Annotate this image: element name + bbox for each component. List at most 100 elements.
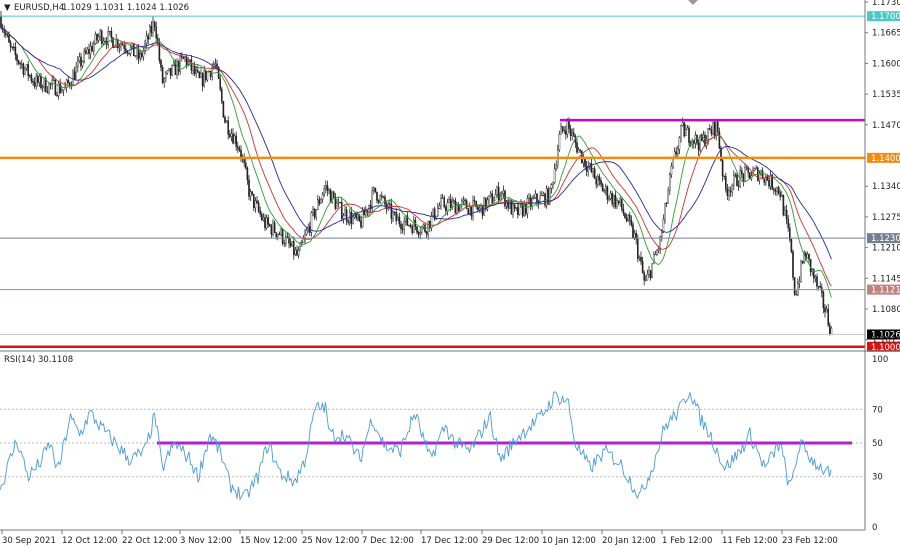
candle-body (347, 220, 350, 223)
candle-body (673, 151, 676, 158)
candle-body (251, 191, 254, 195)
candle-body (381, 195, 383, 198)
candle-body (477, 206, 479, 210)
candle-body (182, 57, 185, 59)
candle-body (398, 216, 401, 225)
candle-body (792, 251, 794, 278)
candle-body (601, 184, 604, 192)
candle-body (0, 15, 2, 28)
candle-body (214, 63, 217, 65)
candle-body (244, 162, 247, 169)
candle-body (643, 272, 645, 281)
candle-body (443, 197, 446, 208)
candle-body (630, 220, 633, 225)
candle-body (688, 127, 690, 143)
candle-body (27, 64, 30, 77)
price-tick-label: 1.1535 (872, 90, 900, 100)
candle-body (305, 230, 308, 235)
candle-body (155, 26, 158, 39)
candle-body (301, 242, 303, 244)
chart-window[interactable]: 1.1700 1.1400 1.1230 1.1121 1.1026 1.1000 1.17… (0, 0, 900, 547)
candle-body (736, 174, 738, 187)
candle-body (675, 151, 677, 155)
rsi-line (0, 391, 832, 501)
candle-body (228, 134, 231, 137)
candle-body (651, 263, 653, 278)
candle-body (569, 128, 572, 136)
candle-body (697, 142, 700, 151)
candle-body (709, 128, 711, 131)
candle-body (168, 67, 170, 71)
candle-body (291, 241, 294, 247)
candle-body (438, 205, 441, 209)
candle-body (678, 137, 681, 150)
candle-body (606, 186, 609, 200)
candle-body (509, 200, 511, 209)
candle-body (710, 129, 713, 134)
candle-body (592, 168, 594, 172)
candle-body (755, 167, 757, 169)
price-tick-label: 1.1275 (872, 213, 900, 223)
candle-body (713, 122, 716, 136)
candle-body (753, 168, 756, 171)
candle-body (84, 50, 87, 54)
candle-body (270, 225, 273, 235)
candle-body (289, 242, 292, 247)
candle-body (62, 88, 65, 91)
candle-body (344, 209, 346, 217)
candle-body (552, 182, 554, 185)
candle-body (717, 120, 719, 133)
candle-body (565, 130, 567, 135)
candle-body (240, 150, 242, 158)
candle-body (341, 202, 343, 219)
candle-body (529, 197, 532, 207)
candle-body (800, 261, 802, 282)
candle-body (603, 190, 605, 192)
candle-body (342, 215, 345, 219)
candle-body (115, 39, 117, 48)
candle-body (334, 197, 337, 209)
candle-body (493, 200, 495, 204)
candle-body (110, 30, 113, 38)
candle-body (166, 70, 169, 74)
candle-body (401, 228, 404, 230)
candle-body (277, 233, 279, 237)
candle-body (785, 210, 788, 220)
candle-body (38, 75, 41, 83)
candle-body (164, 72, 167, 79)
candle-body (683, 122, 685, 137)
candle-body (576, 142, 578, 153)
candle-body (667, 190, 669, 204)
candle-body (176, 61, 178, 76)
candle-body (707, 128, 709, 141)
candle-body (536, 193, 538, 203)
candle-body (686, 127, 689, 130)
candle-body (662, 218, 665, 233)
chart-canvas[interactable]: 1.17001.14001.12301.11211.10261.10001.17… (0, 0, 900, 547)
candle-body (61, 90, 63, 93)
candle-body (286, 236, 289, 238)
candle-body (448, 199, 450, 203)
candle-body (171, 65, 174, 76)
candle-body (470, 205, 473, 217)
candle-body (797, 283, 799, 296)
candle-body (89, 45, 92, 54)
candle-body (608, 198, 610, 200)
candle-body (59, 83, 61, 93)
candle-body (124, 48, 127, 52)
candle-body (579, 149, 581, 151)
candle-body (488, 195, 490, 201)
candle-body (469, 205, 471, 215)
candle-body (677, 148, 679, 155)
candle-body (561, 126, 564, 131)
candle-body (680, 125, 682, 138)
dropdown-triangle-icon[interactable]: ▼ (4, 3, 11, 13)
candle-body (198, 71, 201, 78)
candle-body (177, 61, 180, 72)
candle-body (787, 218, 789, 229)
candle-body (265, 217, 268, 229)
candle-body (573, 132, 575, 137)
candle-body (254, 200, 257, 209)
candle-body (257, 202, 260, 212)
candle-body (725, 176, 727, 190)
